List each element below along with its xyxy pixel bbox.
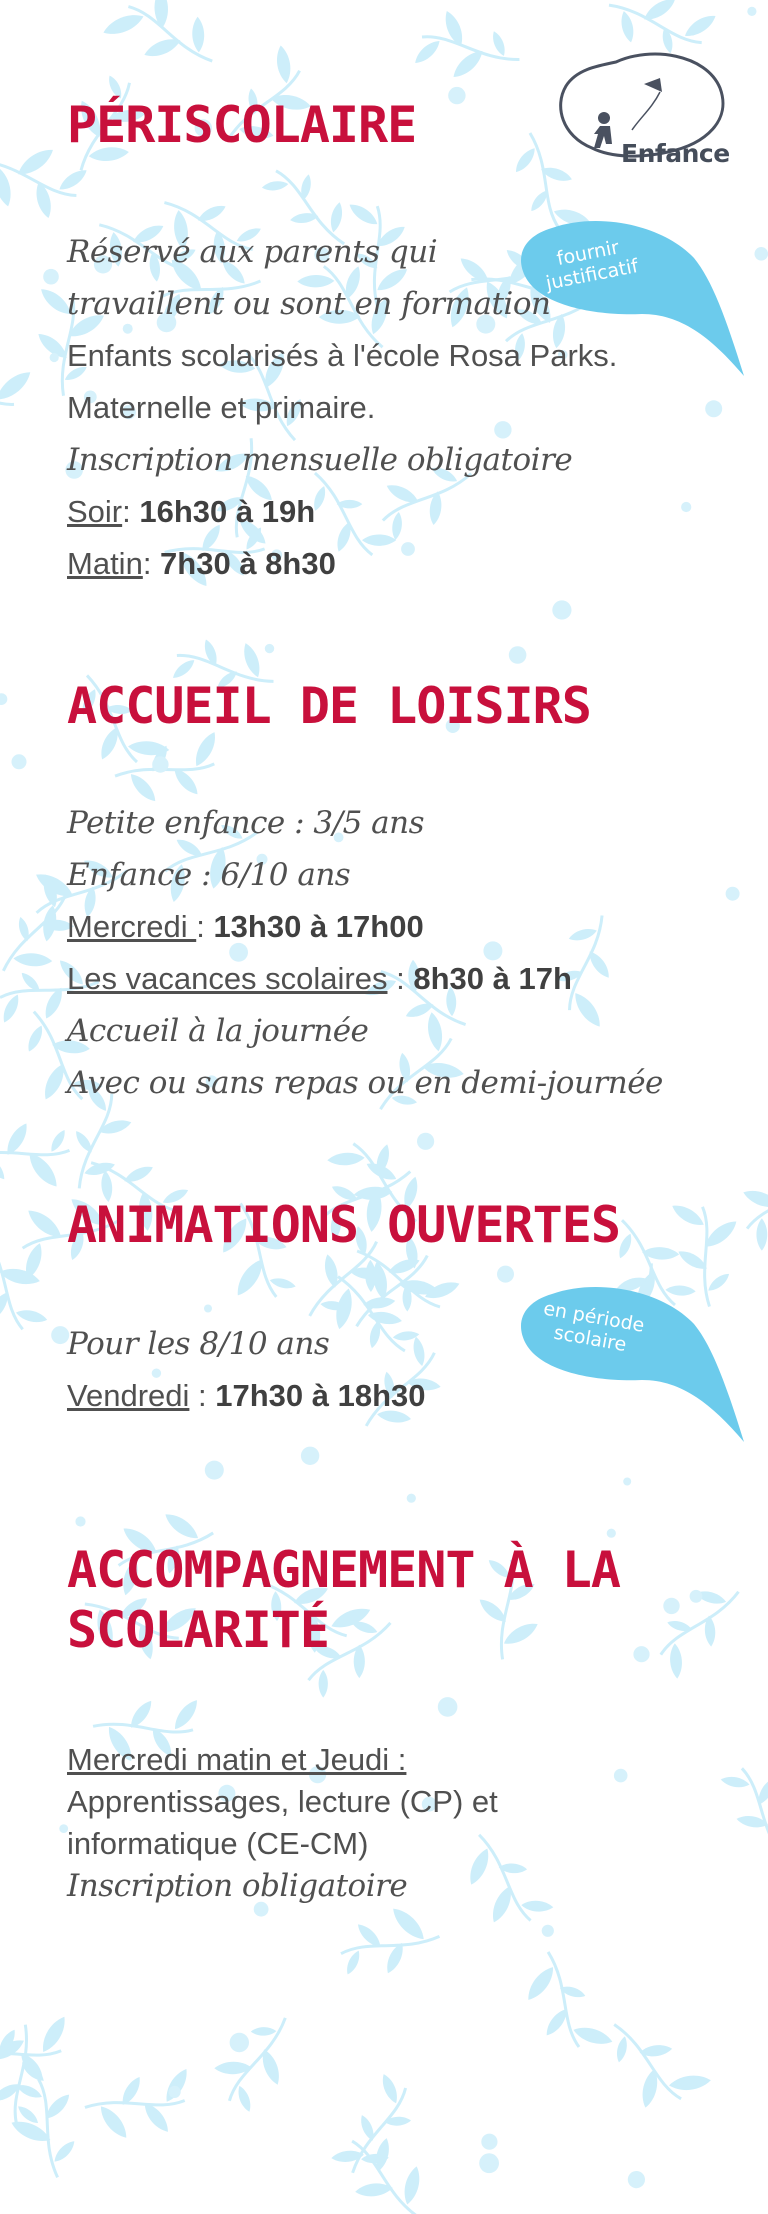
accompagnement-line: Apprentissages, lecture (CP) et	[67, 1784, 498, 1819]
leaf-sprig	[720, 1767, 768, 1860]
matin-time: 7h30 à 8h30	[160, 546, 336, 581]
accompagnement-line: Mercredi matin et Jeudi :	[67, 1742, 407, 1777]
section-title-accompagnement: ACCOMPAGNEMENT À LA SCOLARITÉ	[67, 1540, 621, 1660]
matin-line: Matin: 7h30 à 8h30	[67, 546, 336, 581]
accueil-body: Petite enfance : 3/5 ans Enfance : 6/10 …	[67, 797, 663, 1109]
accompagnement-line: informatique (CE-CM)	[67, 1826, 369, 1861]
berry-dot	[747, 6, 757, 17]
leaf-sprig	[214, 2017, 287, 2112]
berry-dot	[0, 693, 8, 705]
berry-dot	[168, 2085, 181, 2098]
leaf-sprig	[103, 0, 213, 63]
soir-time: 16h30 à 19h	[139, 494, 316, 529]
berry-dot	[152, 756, 169, 773]
soir-label: Soir	[67, 494, 123, 529]
berry-dot	[11, 754, 27, 770]
berry-dot	[623, 1477, 632, 1486]
leaf-sprig	[331, 2138, 420, 2214]
berry-dot	[437, 1697, 458, 1717]
matin-label: Matin	[67, 546, 143, 581]
leaf-sprig	[84, 2069, 187, 2138]
berry-dot	[43, 268, 59, 285]
vacances-line: Les vacances scolaires : 8h30 à 17h	[67, 961, 572, 996]
vacances-label: Les vacances scolaires	[67, 961, 388, 996]
berry-dot	[633, 1646, 650, 1663]
accueil-line: Avec ou sans repas ou en demi-journée	[67, 1065, 663, 1101]
berry-dot	[541, 1924, 554, 1937]
berry-dot	[204, 1304, 212, 1313]
section-title-periscolaire: PÉRISCOLAIRE	[67, 96, 417, 154]
periscolaire-line: Inscription mensuelle obligatoire	[67, 442, 573, 478]
leaf-sprig	[659, 1590, 740, 1679]
vendredi-time: 17h30 à 18h30	[215, 1378, 426, 1413]
accompagnement-line: Inscription obligatoire	[67, 1868, 408, 1904]
vacances-time: 8h30 à 17h	[413, 961, 572, 996]
berry-dot	[479, 2153, 499, 2174]
berry-dot	[417, 1132, 435, 1150]
berry-dot	[754, 247, 768, 261]
leaf-sprig	[340, 1908, 441, 1975]
periscolaire-body: Réservé aux parents qui travaillent ou s…	[67, 226, 617, 590]
accompagnement-body: Mercredi matin et Jeudi : Apprentissages…	[67, 1739, 498, 1907]
accueil-line: Petite enfance : 3/5 ans	[67, 805, 425, 841]
berry-dot	[725, 886, 740, 901]
berry-dot	[606, 1528, 616, 1538]
berry-dot	[663, 1597, 680, 1615]
berry-dot	[406, 1493, 416, 1503]
berry-dot	[49, 352, 59, 363]
berry-dot	[448, 86, 466, 105]
mercredi-time: 13h30 à 17h00	[213, 909, 424, 944]
leaf-sprig	[613, 2023, 711, 2108]
berry-dot	[229, 2032, 249, 2053]
animations-line: Pour les 8/10 ans	[67, 1326, 330, 1362]
berry-dot	[508, 646, 527, 664]
mercredi-line: Mercredi : 13h30 à 17h00	[67, 909, 424, 944]
periscolaire-line: Réservé aux parents qui	[67, 234, 438, 270]
accueil-line: Enfance : 6/10 ans	[67, 857, 351, 893]
vendredi-label: Vendredi	[67, 1378, 190, 1413]
accueil-line: Accueil à la journée	[67, 1013, 369, 1049]
berry-dot	[264, 643, 275, 654]
title-line: SCOLARITÉ	[67, 1601, 330, 1659]
section-title-accueil: ACCUEIL DE LOISIRS	[67, 677, 592, 735]
kite-icon	[644, 78, 662, 92]
periscolaire-line: Enfants scolarisés à l'école Rosa Parks.	[67, 338, 618, 373]
logo-label: Enfance	[621, 139, 730, 168]
child-icon	[594, 112, 612, 148]
berry-dot	[627, 2171, 646, 2189]
berry-dot	[552, 600, 572, 620]
section-title-animations: ANIMATIONS OUVERTES	[67, 1196, 621, 1254]
berry-dot	[497, 1265, 514, 1283]
leaf-sprig	[743, 1170, 768, 1251]
berry-dot	[689, 1589, 703, 1603]
berry-dot	[705, 400, 723, 418]
title-line: ACCOMPAGNEMENT À LA	[67, 1541, 621, 1599]
leaf-sprig	[528, 1951, 613, 2048]
berry-dot	[481, 2133, 498, 2150]
periscolaire-line: Maternelle et primaire.	[67, 390, 376, 425]
leaf-sprig	[415, 10, 520, 77]
leaf-sprig	[0, 372, 31, 406]
periscolaire-line: travaillent ou sont en formation	[67, 286, 551, 322]
berry-dot	[75, 1516, 86, 1527]
mercredi-label: Mercredi	[67, 909, 197, 944]
berry-dot	[204, 1460, 224, 1480]
berry-dot	[613, 1768, 628, 1783]
berry-dot	[681, 501, 692, 513]
leaf-sprig	[0, 1123, 71, 1187]
berry-dot	[300, 1446, 320, 1466]
soir-line: Soir: 16h30 à 19h	[67, 494, 316, 529]
leaf-sprig	[0, 1235, 48, 1331]
animations-body: Pour les 8/10 ans Vendredi : 17h30 à 18h…	[67, 1318, 426, 1422]
vendredi-line: Vendredi : 17h30 à 18h30	[67, 1378, 426, 1413]
